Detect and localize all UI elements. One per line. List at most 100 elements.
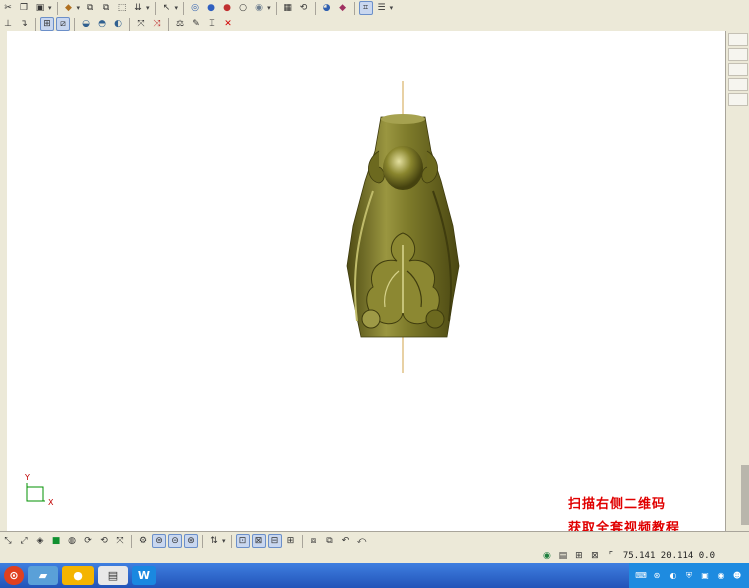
- tool-11-icon[interactable]: ⊝: [168, 534, 182, 548]
- axis-icon[interactable]: ⊥: [1, 17, 15, 31]
- tray-volume-icon[interactable]: ◐: [666, 569, 680, 583]
- tray-keyboard-icon[interactable]: ⌨: [634, 569, 648, 583]
- copy-icon[interactable]: ❐: [17, 1, 31, 15]
- tool-10-icon[interactable]: ⊜: [152, 534, 166, 548]
- chevron-down-icon[interactable]: ▾: [267, 4, 271, 12]
- toolbar-separator: [74, 17, 75, 31]
- tool-2-icon[interactable]: ⤢: [17, 534, 31, 548]
- edit-icon[interactable]: ✎: [189, 17, 203, 31]
- tool-19-icon[interactable]: ⧉: [323, 534, 337, 548]
- tool-5-icon[interactable]: ◍: [65, 534, 79, 548]
- main-toolbar: ✂ ❐ ▣ ▾ ◆ ▾ ⧉ ⧉ ⬚ ⇊ ▾ ↖ ▾ ◎ ● ● ○ ◉ ▾ ▦ …: [0, 0, 749, 17]
- redo-icon[interactable]: ⤺: [355, 534, 369, 548]
- panel-row[interactable]: [728, 93, 748, 106]
- chevron-down-icon[interactable]: ▾: [390, 4, 394, 12]
- vertical-scrollbar[interactable]: [741, 465, 749, 525]
- sphere-red-icon[interactable]: ●: [220, 1, 234, 15]
- tool-8-icon[interactable]: ⤧: [113, 534, 127, 548]
- tool-4-icon[interactable]: ■: [49, 534, 63, 548]
- tool-18-icon[interactable]: ⧈: [307, 534, 321, 548]
- undo-icon[interactable]: ↶: [339, 534, 353, 548]
- chevron-down-icon[interactable]: ▾: [48, 4, 52, 12]
- export-icon[interactable]: ⧉: [83, 1, 97, 15]
- toolbar-separator: [275, 1, 277, 15]
- tray-shield-icon[interactable]: ⛨: [682, 569, 696, 583]
- toolbar-separator: [129, 17, 130, 31]
- tool-1-icon[interactable]: ⤡: [1, 534, 15, 548]
- light-icon[interactable]: ◆: [336, 1, 350, 15]
- document-app[interactable]: ▤: [98, 566, 128, 585]
- model-canvas: [26, 81, 460, 502]
- toolbar-separator: [202, 534, 203, 548]
- chat-app[interactable]: ●: [62, 566, 94, 585]
- tool-14-icon[interactable]: ⊡: [235, 534, 250, 548]
- paste-icon[interactable]: ▣: [33, 1, 47, 15]
- snap-icon[interactable]: ↴: [17, 17, 31, 31]
- box-icon[interactable]: ◆: [62, 1, 76, 15]
- chevron-down-icon[interactable]: ▾: [146, 4, 150, 12]
- tray-monitor-icon[interactable]: ▣: [698, 569, 712, 583]
- save-icon[interactable]: ⬚: [115, 1, 129, 15]
- sphere-blue-icon[interactable]: ●: [204, 1, 218, 15]
- pointer-icon[interactable]: ↖: [160, 1, 174, 15]
- toolbar-separator: [314, 1, 316, 15]
- tool-15-icon[interactable]: ⊠: [251, 534, 266, 548]
- select-icon[interactable]: ⧄: [56, 17, 70, 31]
- render-icon[interactable]: ◕: [320, 1, 334, 15]
- carved-curl-left: [361, 309, 381, 329]
- toolbar-separator: [35, 17, 36, 31]
- align-icon[interactable]: ☰: [375, 1, 389, 15]
- toolbar-separator: [183, 1, 185, 15]
- tool-6-icon[interactable]: ⟳: [81, 534, 95, 548]
- view-front-icon[interactable]: ◒: [79, 17, 93, 31]
- tool-9-icon[interactable]: ⚙: [136, 534, 150, 548]
- panel-row[interactable]: [728, 33, 748, 46]
- cut-icon[interactable]: ✂: [1, 1, 15, 15]
- right-properties-panel: [725, 31, 749, 531]
- cube-icon[interactable]: ▦: [281, 1, 295, 15]
- tool-12-icon[interactable]: ⊛: [184, 534, 198, 548]
- status-table-icon[interactable]: ▤: [556, 549, 570, 563]
- tool-16-icon[interactable]: ⊟: [267, 534, 282, 548]
- grid-icon[interactable]: ⌗: [358, 1, 373, 15]
- tool-13-icon[interactable]: ⇅: [207, 534, 221, 548]
- status-snap-icon[interactable]: ⊠: [588, 549, 602, 563]
- system-tray: ⌨ ⊛ ◐ ⛨ ▣ ◉ ☻: [629, 563, 749, 588]
- sphere-gray-icon[interactable]: ◉: [252, 1, 266, 15]
- view-top-icon[interactable]: ◓: [95, 17, 109, 31]
- status-globe-icon[interactable]: ◉: [540, 549, 554, 563]
- rotate-icon[interactable]: ⟲: [297, 1, 311, 15]
- measure-icon[interactable]: ⚖: [173, 17, 187, 31]
- delete-icon[interactable]: ✕: [221, 17, 235, 31]
- xy-axis-box: [27, 486, 44, 501]
- import-icon[interactable]: ⧉: [99, 1, 113, 15]
- chevron-down-icon[interactable]: ▾: [77, 4, 81, 12]
- xy-axis-indicator: [26, 483, 45, 502]
- status-grid-icon[interactable]: ⊞: [572, 549, 586, 563]
- panel-row[interactable]: [728, 63, 748, 76]
- tray-qq-icon[interactable]: ☻: [730, 569, 744, 583]
- chevron-down-icon[interactable]: ▾: [175, 4, 179, 12]
- view-side-icon[interactable]: ◐: [111, 17, 125, 31]
- browser-app[interactable]: ⊙: [4, 566, 24, 585]
- explorer-app[interactable]: ▰: [28, 566, 58, 585]
- sphere-outline-icon[interactable]: ○: [236, 1, 250, 15]
- pick-icon[interactable]: ⤧: [134, 17, 148, 31]
- panel-row[interactable]: [728, 48, 748, 61]
- panel-row[interactable]: [728, 78, 748, 91]
- wps-app[interactable]: W: [132, 566, 156, 585]
- sphere-icon[interactable]: ◎: [188, 1, 202, 15]
- axis-y-label: Y: [25, 473, 30, 482]
- 3d-viewport[interactable]: Y X 扫描右侧二维码 获取全套视频教程: [7, 31, 725, 531]
- tool-17-icon[interactable]: ⊞: [284, 534, 298, 548]
- chevron-down-icon[interactable]: ▾: [222, 537, 226, 545]
- tray-app-icon[interactable]: ◉: [714, 569, 728, 583]
- tool-7-icon[interactable]: ⟲: [97, 534, 111, 548]
- tool-3-icon[interactable]: ◈: [33, 534, 47, 548]
- layer-icon[interactable]: ⇊: [131, 1, 145, 15]
- text-icon[interactable]: ⌶: [205, 17, 219, 31]
- toolbar-separator: [168, 17, 169, 31]
- flip-icon[interactable]: ⤨: [150, 17, 164, 31]
- tray-network-icon[interactable]: ⊛: [650, 569, 664, 583]
- grid-icon[interactable]: ⊞: [40, 17, 54, 31]
